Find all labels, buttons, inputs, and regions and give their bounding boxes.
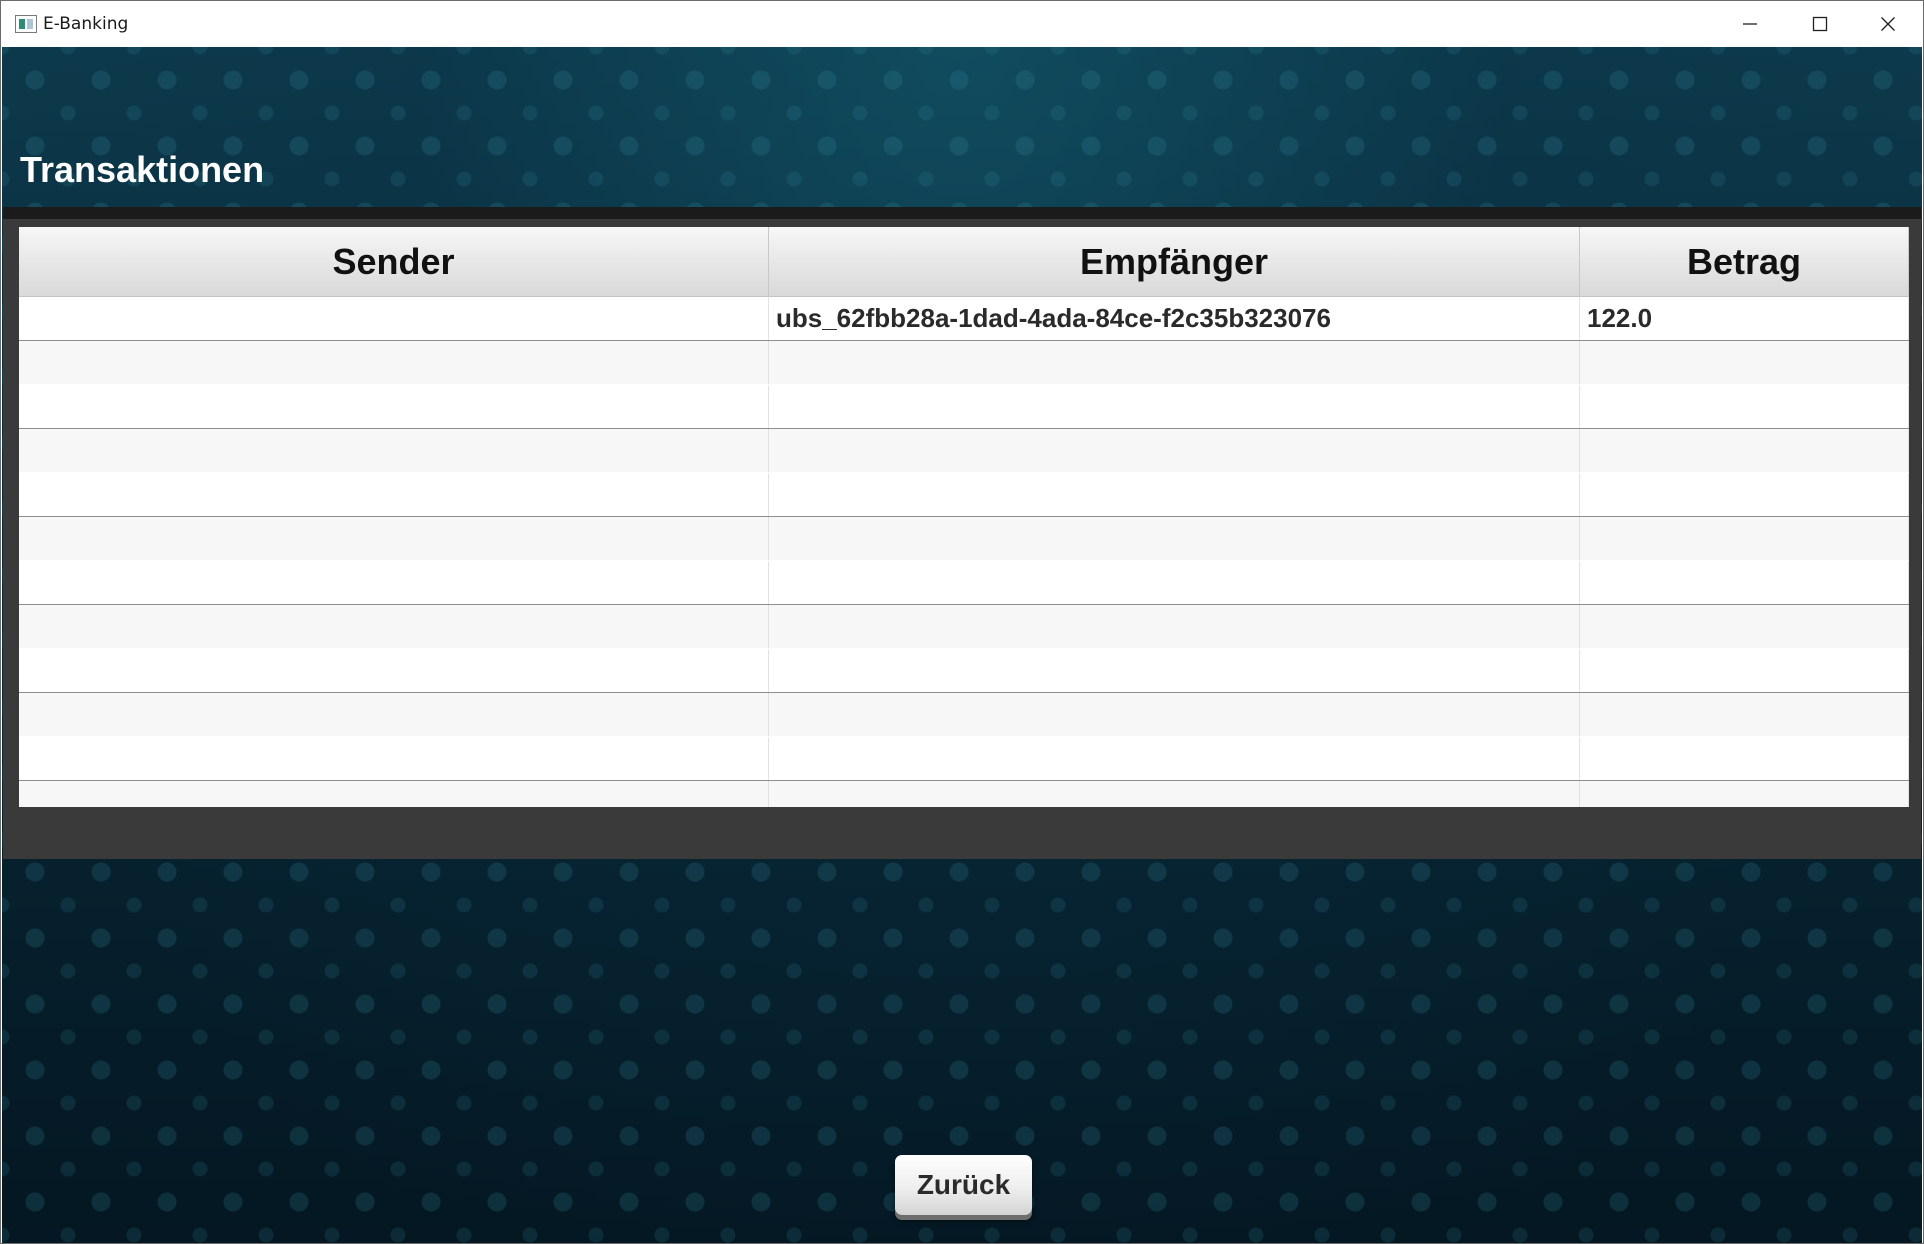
table-frame: Sender Empfänger Betrag ubs_62fbb28a-1da…	[3, 207, 1921, 859]
cell-sender	[19, 517, 769, 560]
maximize-button[interactable]	[1785, 1, 1855, 47]
cell-empfaenger	[769, 429, 1580, 472]
cell-empfaenger	[769, 341, 1580, 384]
cell-sender	[19, 605, 769, 648]
column-header-empfaenger[interactable]: Empfänger	[769, 227, 1580, 297]
cell-sender	[19, 429, 769, 472]
cell-sender	[19, 561, 769, 604]
table-body: ubs_62fbb28a-1dad-4ada-84ce-f2c35b323076…	[19, 297, 1909, 807]
table-header: Sender Empfänger Betrag	[19, 227, 1909, 297]
window-title: E-Banking	[43, 14, 129, 34]
transactions-table[interactable]: Sender Empfänger Betrag ubs_62fbb28a-1da…	[19, 227, 1909, 807]
close-button[interactable]	[1853, 1, 1923, 47]
cell-betrag	[1580, 429, 1909, 472]
cell-sender	[19, 693, 769, 736]
cell-empfaenger	[769, 385, 1580, 428]
cell-sender	[19, 649, 769, 692]
main-content: Transaktionen Sender Empfänger Betrag ub…	[2, 47, 1922, 1243]
table-row[interactable]	[19, 561, 1909, 605]
cell-empfaenger	[769, 561, 1580, 604]
table-row[interactable]	[19, 737, 1909, 781]
table-row[interactable]	[19, 781, 1909, 807]
table-row[interactable]	[19, 649, 1909, 693]
app-icon	[15, 15, 37, 33]
table-row[interactable]	[19, 385, 1909, 429]
cell-sender	[19, 737, 769, 780]
cell-betrag	[1580, 561, 1909, 604]
cell-sender	[19, 341, 769, 384]
cell-empfaenger	[769, 737, 1580, 780]
table-row[interactable]	[19, 341, 1909, 385]
minimize-icon	[1743, 23, 1757, 25]
cell-sender	[19, 297, 769, 340]
cell-empfaenger	[769, 473, 1580, 516]
cell-betrag	[1580, 693, 1909, 736]
cell-empfaenger	[769, 605, 1580, 648]
cell-betrag	[1580, 517, 1909, 560]
column-header-betrag[interactable]: Betrag	[1580, 227, 1909, 297]
cell-betrag	[1580, 473, 1909, 516]
cell-betrag	[1580, 605, 1909, 648]
table-row[interactable]	[19, 605, 1909, 649]
back-button[interactable]: Zurück	[895, 1155, 1032, 1215]
cell-sender	[19, 385, 769, 428]
title-bar[interactable]: E-Banking	[1, 1, 1923, 47]
minimize-button[interactable]	[1715, 1, 1785, 47]
cell-empfaenger	[769, 649, 1580, 692]
app-window: E-Banking Transaktionen Sender Empfänger…	[0, 0, 1924, 1244]
close-icon	[1881, 17, 1895, 31]
table-row[interactable]	[19, 473, 1909, 517]
cell-empfaenger	[769, 517, 1580, 560]
column-header-sender[interactable]: Sender	[19, 227, 769, 297]
table-row[interactable]: ubs_62fbb28a-1dad-4ada-84ce-f2c35b323076…	[19, 297, 1909, 341]
cell-empfaenger	[769, 781, 1580, 807]
table-row[interactable]	[19, 429, 1909, 473]
maximize-icon	[1812, 16, 1828, 32]
cell-betrag	[1580, 341, 1909, 384]
cell-betrag	[1580, 649, 1909, 692]
cell-sender	[19, 781, 769, 807]
cell-betrag	[1580, 737, 1909, 780]
table-row[interactable]	[19, 693, 1909, 737]
page-title: Transaktionen	[20, 149, 265, 190]
cell-betrag	[1580, 781, 1909, 807]
cell-empfaenger	[769, 693, 1580, 736]
table-row[interactable]	[19, 517, 1909, 561]
cell-betrag	[1580, 385, 1909, 428]
cell-sender	[19, 473, 769, 516]
cell-empfaenger: ubs_62fbb28a-1dad-4ada-84ce-f2c35b323076	[769, 297, 1580, 340]
cell-betrag: 122.0	[1580, 297, 1909, 340]
